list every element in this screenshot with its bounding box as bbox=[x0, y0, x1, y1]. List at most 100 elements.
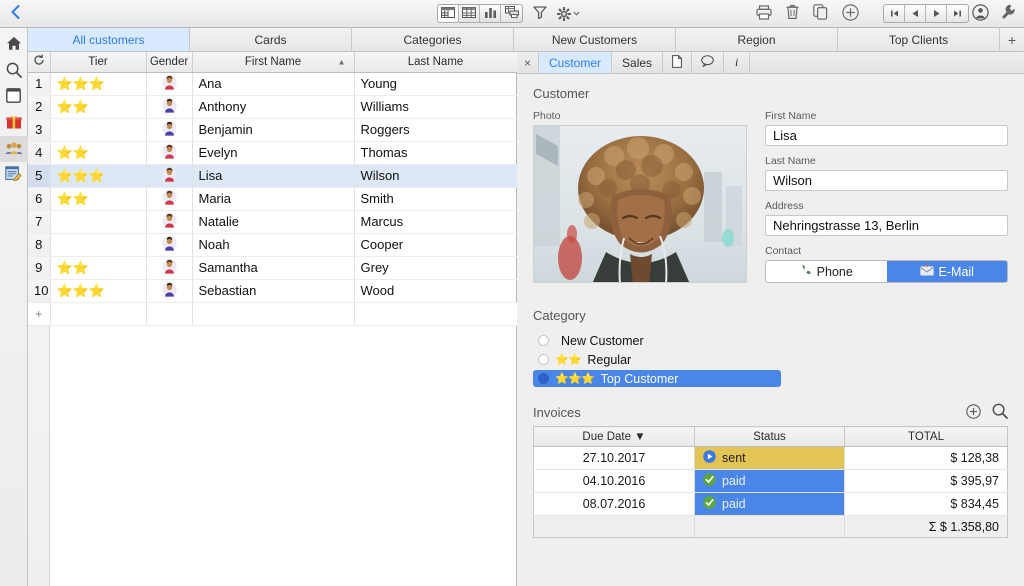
invoice-total[interactable]: $ 395,97 bbox=[844, 469, 1008, 493]
cell-gender[interactable] bbox=[146, 72, 193, 96]
cell-last-name[interactable]: Thomas bbox=[354, 141, 518, 165]
first-record-button[interactable] bbox=[884, 5, 905, 22]
layout-tab-all-customers[interactable]: All customers bbox=[28, 28, 190, 51]
invoice-due-date[interactable]: 08.07.2016 bbox=[533, 492, 695, 516]
first-name-input[interactable]: Lisa bbox=[765, 125, 1008, 146]
layout-tab-categories[interactable]: Categories bbox=[352, 28, 514, 51]
cell-first-name[interactable]: Lisa bbox=[192, 164, 355, 188]
cell-tier[interactable] bbox=[50, 210, 147, 234]
cell-first-name[interactable]: Benjamin bbox=[192, 118, 355, 142]
cell-last-name[interactable]: Smith bbox=[354, 187, 518, 211]
cell-tier[interactable] bbox=[50, 233, 147, 257]
cell-tier[interactable]: ⭐⭐⭐ bbox=[50, 279, 147, 303]
cell-first-name[interactable]: Natalie bbox=[192, 210, 355, 234]
filter-icon[interactable] bbox=[533, 5, 547, 22]
column-header-tier[interactable]: Tier bbox=[50, 52, 147, 73]
column-header-first-name[interactable]: First Name ▲ bbox=[192, 52, 355, 73]
invoices-column-status[interactable]: Status bbox=[694, 426, 845, 447]
layout-tab-region[interactable]: Region bbox=[676, 28, 838, 51]
report-view-button[interactable] bbox=[501, 5, 522, 22]
phone-button[interactable]: Phone bbox=[766, 261, 887, 282]
detail-tab-info[interactable]: i bbox=[724, 52, 751, 73]
sidebar-item-search[interactable] bbox=[0, 58, 28, 84]
column-header-gender[interactable]: Gender bbox=[146, 52, 193, 73]
cell-last-name[interactable]: Cooper bbox=[354, 233, 518, 257]
cell-gender[interactable] bbox=[146, 256, 193, 280]
invoices-column-due-date[interactable]: Due Date ▼ bbox=[533, 426, 695, 447]
cell-first-name[interactable]: Evelyn bbox=[192, 141, 355, 165]
sidebar-item-home[interactable] bbox=[0, 32, 28, 58]
cell-last-name[interactable]: Wilson bbox=[354, 164, 518, 188]
detail-tab-documents[interactable] bbox=[663, 52, 693, 73]
search-invoice-icon[interactable] bbox=[992, 403, 1008, 422]
cell-first-name[interactable]: Anthony bbox=[192, 95, 355, 119]
last-record-button[interactable] bbox=[947, 5, 968, 22]
invoice-due-date[interactable]: 27.10.2017 bbox=[533, 446, 695, 470]
cell-gender[interactable] bbox=[146, 141, 193, 165]
table-row[interactable]: 6 ⭐⭐ Maria Smith bbox=[28, 187, 518, 211]
sidebar-item-gifts[interactable] bbox=[0, 110, 28, 136]
invoice-row[interactable]: 04.10.2016 paid $ 395,97 bbox=[533, 469, 1008, 493]
add-record-button[interactable]: + bbox=[28, 302, 51, 326]
table-row[interactable]: 10 ⭐⭐⭐ Sebastian Wood bbox=[28, 279, 518, 303]
close-detail-tab-button[interactable]: × bbox=[517, 52, 539, 73]
cell-gender[interactable] bbox=[146, 279, 193, 303]
record-navigation[interactable] bbox=[883, 4, 969, 23]
add-layout-tab-button[interactable]: + bbox=[1000, 28, 1024, 51]
cell-last-name[interactable]: Young bbox=[354, 72, 518, 96]
trash-icon[interactable] bbox=[786, 4, 799, 23]
cell-last-name[interactable]: Grey bbox=[354, 256, 518, 280]
form-view-button[interactable] bbox=[438, 5, 459, 22]
invoice-total[interactable]: $ 834,45 bbox=[844, 492, 1008, 516]
layout-tab-cards[interactable]: Cards bbox=[190, 28, 352, 51]
detail-tab-comments[interactable] bbox=[692, 52, 725, 73]
email-button[interactable]: E-Mail bbox=[886, 261, 1007, 282]
invoice-due-date[interactable]: 04.10.2016 bbox=[533, 469, 695, 493]
add-record-row[interactable]: + bbox=[28, 302, 518, 326]
last-name-input[interactable]: Wilson bbox=[765, 170, 1008, 191]
print-icon[interactable] bbox=[756, 4, 772, 23]
refresh-records-button[interactable] bbox=[28, 52, 51, 73]
invoice-row[interactable]: 27.10.2017 sent $ 128,38 bbox=[533, 446, 1008, 470]
chart-view-button[interactable] bbox=[480, 5, 501, 22]
invoice-row[interactable]: 08.07.2016 paid $ 834,45 bbox=[533, 492, 1008, 516]
back-button[interactable] bbox=[0, 4, 30, 23]
add-invoice-icon[interactable] bbox=[966, 403, 981, 422]
wrench-icon[interactable] bbox=[1001, 4, 1016, 23]
cell-gender[interactable] bbox=[146, 210, 193, 234]
account-icon[interactable] bbox=[972, 3, 989, 24]
cell-tier[interactable]: ⭐⭐⭐ bbox=[50, 164, 147, 188]
detail-tab-customer[interactable]: Customer bbox=[539, 52, 613, 73]
invoice-status[interactable]: paid bbox=[694, 469, 845, 493]
cell-gender[interactable] bbox=[146, 187, 193, 211]
duplicate-icon[interactable] bbox=[813, 4, 828, 23]
customer-photo[interactable] bbox=[533, 125, 747, 283]
cell-first-name[interactable]: Maria bbox=[192, 187, 355, 211]
sidebar-item-cards[interactable] bbox=[0, 84, 28, 110]
table-row[interactable]: 3 Benjamin Roggers bbox=[28, 118, 518, 142]
layout-tab-new-customers[interactable]: New Customers bbox=[514, 28, 676, 51]
cell-last-name[interactable]: Wood bbox=[354, 279, 518, 303]
next-record-button[interactable] bbox=[926, 5, 947, 22]
table-row[interactable]: 1 ⭐⭐⭐ Ana Young bbox=[28, 72, 518, 96]
add-icon[interactable] bbox=[842, 3, 859, 24]
table-row[interactable]: 8 Noah Cooper bbox=[28, 233, 518, 257]
cell-first-name[interactable]: Noah bbox=[192, 233, 355, 257]
invoices-column-total[interactable]: TOTAL bbox=[844, 426, 1008, 447]
cell-last-name[interactable]: Williams bbox=[354, 95, 518, 119]
previous-record-button[interactable] bbox=[905, 5, 926, 22]
sidebar-item-customers[interactable] bbox=[0, 136, 28, 162]
category-option-regular[interactable]: ⭐⭐ Regular bbox=[533, 351, 781, 368]
cell-last-name[interactable]: Roggers bbox=[354, 118, 518, 142]
cell-gender[interactable] bbox=[146, 164, 193, 188]
cell-tier[interactable]: ⭐⭐ bbox=[50, 187, 147, 211]
table-view-button[interactable] bbox=[459, 5, 480, 22]
table-row[interactable]: 4 ⭐⭐ Evelyn Thomas bbox=[28, 141, 518, 165]
invoice-status[interactable]: sent bbox=[694, 446, 845, 470]
table-row[interactable]: 5 ⭐⭐⭐ Lisa Wilson bbox=[28, 164, 518, 188]
category-option-new-customer[interactable]: New Customer bbox=[533, 332, 781, 349]
table-row[interactable]: 9 ⭐⭐ Samantha Grey bbox=[28, 256, 518, 280]
invoice-status[interactable]: paid bbox=[694, 492, 845, 516]
cell-tier[interactable]: ⭐⭐ bbox=[50, 141, 147, 165]
cell-tier[interactable]: ⭐⭐ bbox=[50, 95, 147, 119]
